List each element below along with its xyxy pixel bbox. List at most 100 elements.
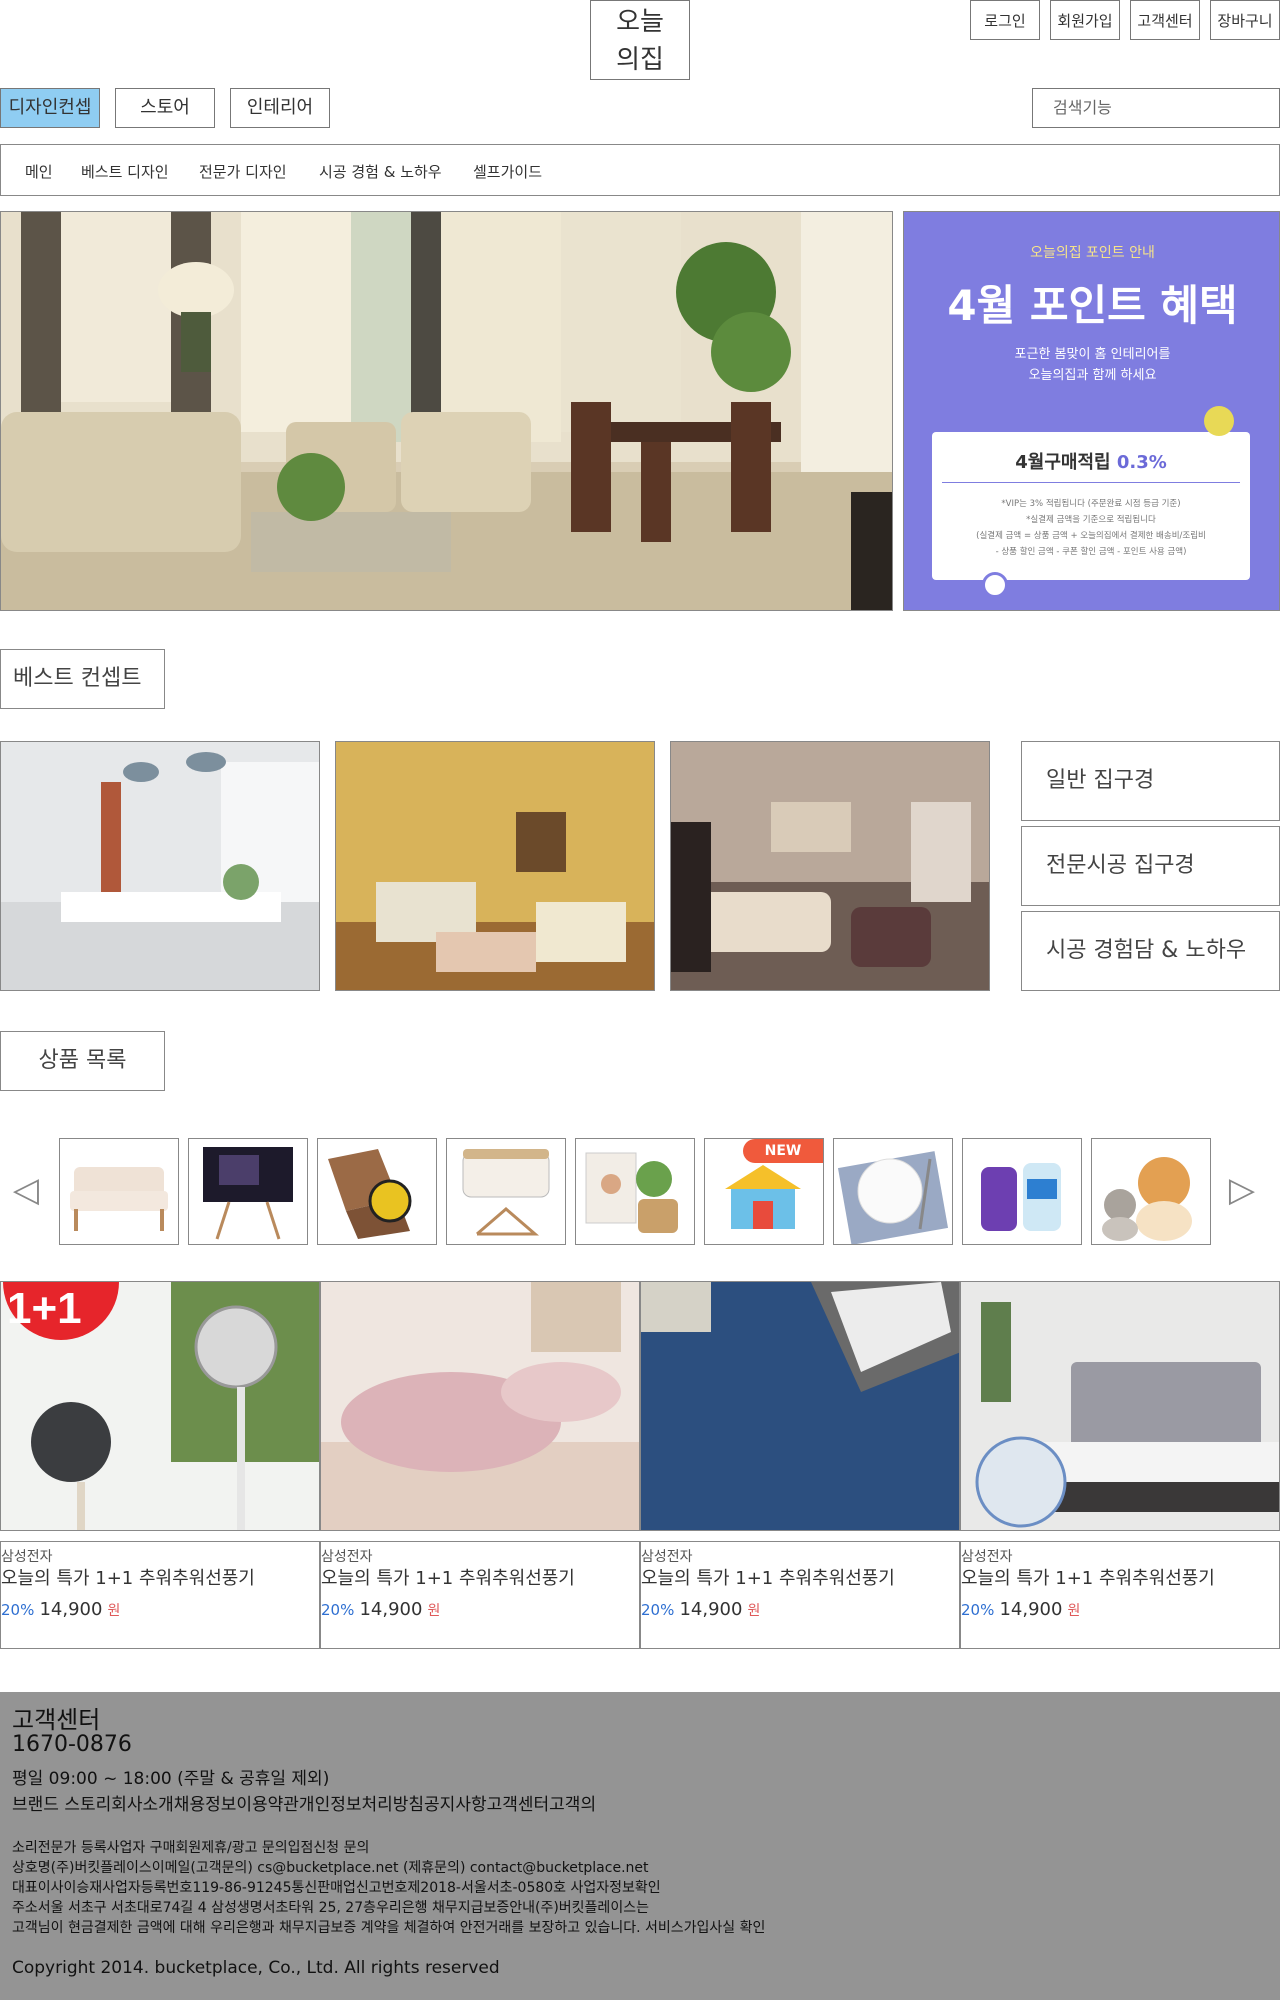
footer-hours: 평일 09:00 ~ 18:00 (주말 & 공휴일 제외) [12,1769,330,1789]
prev-arrow-icon[interactable]: ◁ [6,1170,46,1210]
promo-title: 4월 포인트 혜택 [947,281,1238,330]
product-name: 오늘의 특가 1+1 추워추워선풍기 [641,1568,895,1589]
product-thumb-plate[interactable] [833,1138,953,1245]
subnav-construction-knowhow[interactable]: 시공 경험 & 노하우 [319,161,442,182]
subnav-self-guide[interactable]: 셀프가이드 [473,161,542,182]
footer-line-1: 소리전문가 등록사업자 구매회원제휴/광고 문의입점신청 문의 [12,1840,370,1856]
playhouse-icon [725,1165,801,1229]
product-name: 오늘의 특가 1+1 추워추워선풍기 [1,1568,255,1589]
customer-center-link[interactable]: 고객센터 [1130,0,1200,40]
product-price: 20% 14,900 원 [641,1598,959,1623]
detergent-icon [981,1163,1061,1231]
product-image-fan[interactable]: 1+1 [0,1281,320,1531]
logo-line-2: 의집 [616,45,664,75]
tab-store[interactable]: 스토어 [115,88,215,128]
subnav-main[interactable]: 메인 [25,161,53,182]
next-arrow-icon[interactable]: ▷ [1222,1170,1262,1210]
discount-rate: 20% [641,1601,675,1619]
promo-note-3: (실결제 금액 = 상품 금액 + 오늘의집에서 결제한 배송비/조립비 [976,531,1206,541]
price-amount: 14,900 [679,1599,743,1620]
general-house-tour-button[interactable]: 일반 집구경 [1021,741,1280,821]
expert-house-tour-button[interactable]: 전문시공 집구경 [1021,826,1280,906]
living-room-illustration [1,212,892,610]
bedding-illustration [321,1282,639,1530]
coin-icon [1204,406,1234,436]
footer-line-3: 대표이사이승재사업자등록번호119-86-91245통신판매업신고번호제2018… [12,1880,661,1896]
cart-link[interactable]: 장바구니 [1210,0,1280,40]
tab-interior[interactable]: 인테리어 [230,88,330,128]
price-unit: 원 [747,1603,761,1619]
product-thumb-basket[interactable] [446,1138,566,1245]
subnav-expert-design[interactable]: 전문가 디자인 [199,161,287,182]
product-thumb-tv[interactable] [188,1138,308,1245]
product-price: 20% 14,900 원 [961,1598,1279,1623]
concept-cozy-room-image[interactable] [335,741,655,991]
footer-copyright: Copyright 2014. bucketplace, Co., Ltd. A… [12,1958,500,1978]
product-card-4[interactable]: 삼성전자 오늘의 특가 1+1 추워추워선풍기 20% 14,900 원 [960,1541,1280,1649]
site-logo[interactable]: 오늘 의집 [590,0,690,80]
sub-navigation: 메인 베스트 디자인 전문가 디자인 시공 경험 & 노하우 셀프가이드 [0,144,1280,196]
site-footer: 고객센터 1670-0876 평일 09:00 ~ 18:00 (주말 & 공휴… [0,1692,1280,2000]
discount-rate: 20% [961,1601,995,1619]
mattress-illustration [961,1282,1279,1530]
hero-living-room-image[interactable] [0,211,893,611]
footer-line-5: 고객님이 현금결제한 금액에 대해 우리은행과 채무지급보증 계약을 체결하여 … [12,1920,766,1936]
product-thumb-playhouse[interactable]: NEW [704,1138,824,1245]
promo-caption: 오늘의집 포인트 안내 [1030,245,1155,261]
footer-title: 고객센터 [12,1706,101,1734]
product-brand: 삼성전자 [321,1549,373,1565]
product-list-title: 상품 목록 [0,1031,165,1091]
product-card-1[interactable]: 삼성전자 오늘의 특가 1+1 추워추워선풍기 20% 14,900 원 [0,1541,320,1649]
product-brand: 삼성전자 [641,1549,693,1565]
login-link[interactable]: 로그인 [970,0,1040,40]
signup-link[interactable]: 회원가입 [1050,0,1120,40]
price-amount: 14,900 [359,1599,423,1620]
price-unit: 원 [427,1603,441,1619]
product-brand: 삼성전자 [961,1549,1013,1565]
product-card-3[interactable]: 삼성전자 오늘의 특가 1+1 추워추워선풍기 20% 14,900 원 [640,1541,960,1649]
subnav-best-design[interactable]: 베스트 디자인 [81,161,169,182]
best-concept-title: 베스트 컨셉트 [0,649,165,709]
concept-dining-room-image[interactable] [0,741,320,991]
product-price: 20% 14,900 원 [321,1598,639,1623]
promo-subtitle: 포근한 봄맞이 홈 인테리어를 오늘의집과 함께 하세요 [904,344,1279,386]
product-thumb-sofa[interactable] [59,1138,179,1245]
points-promo-banner[interactable]: 오늘의집 포인트 안내 4월 포인트 혜택 포근한 봄맞이 홈 인테리어를 오늘… [903,211,1280,611]
tab-design-concept[interactable]: 디자인컨셉 [0,88,100,128]
carpet-illustration [641,1282,959,1530]
product-image-carpet[interactable] [640,1281,960,1531]
search-input[interactable]: 검색기능 [1032,88,1280,128]
promo-note-2: *실결제 금액을 기준으로 적립됩니다 [1026,515,1156,525]
promo-subtitle-line-1: 포근한 봄맞이 홈 인테리어를 [1014,347,1171,362]
cozy-room-illustration [336,742,654,990]
dog-cat-icon [1102,1157,1192,1241]
price-amount: 14,900 [999,1599,1063,1620]
plant-frame-icon [585,1152,678,1233]
product-brand: 삼성전자 [1,1549,53,1565]
product-name: 오늘의 특가 1+1 추워추워선풍기 [321,1568,575,1589]
footer-line-4: 주소서울 서초구 서초대로74길 4 삼성생명서초타워 25, 27층우리은행 … [12,1900,649,1916]
product-thumb-detergent[interactable] [962,1138,1082,1245]
product-thumb-flooring[interactable] [317,1138,437,1245]
product-thumb-pets[interactable] [1091,1138,1211,1245]
concept-lounge-image[interactable] [670,741,990,991]
promo-card-label: 4월구매적립 [1015,452,1111,473]
promo-card-divider [942,482,1240,483]
product-thumb-plant[interactable] [575,1138,695,1245]
promo-card-notes: *VIP는 3% 적립됩니다 (주문완료 시점 등급 기준) *실결제 금액을 … [932,496,1250,560]
construction-knowhow-button[interactable]: 시공 경험담 & 노하우 [1021,911,1280,991]
promo-note-1: *VIP는 3% 적립됩니다 (주문완료 시점 등급 기준) [1001,499,1181,509]
product-image-bedding[interactable] [320,1281,640,1531]
product-name: 오늘의 특가 1+1 추워추워선풍기 [961,1568,1215,1589]
product-image-mattress[interactable] [960,1281,1280,1531]
discount-rate: 20% [1,1601,35,1619]
footer-phone: 1670-0876 [12,1732,132,1757]
tv-icon [203,1147,293,1240]
product-price: 20% 14,900 원 [1,1598,319,1623]
lounge-illustration [671,742,989,990]
footer-links[interactable]: 브랜드 스토리회사소개채용정보이용약관개인정보처리방침공지사항고객센터고객의 [12,1790,596,1815]
product-card-2[interactable]: 삼성전자 오늘의 특가 1+1 추워추워선풍기 20% 14,900 원 [320,1541,640,1649]
price-amount: 14,900 [39,1599,103,1620]
logo-line-1: 오늘 [616,7,664,37]
price-unit: 원 [107,1603,121,1619]
